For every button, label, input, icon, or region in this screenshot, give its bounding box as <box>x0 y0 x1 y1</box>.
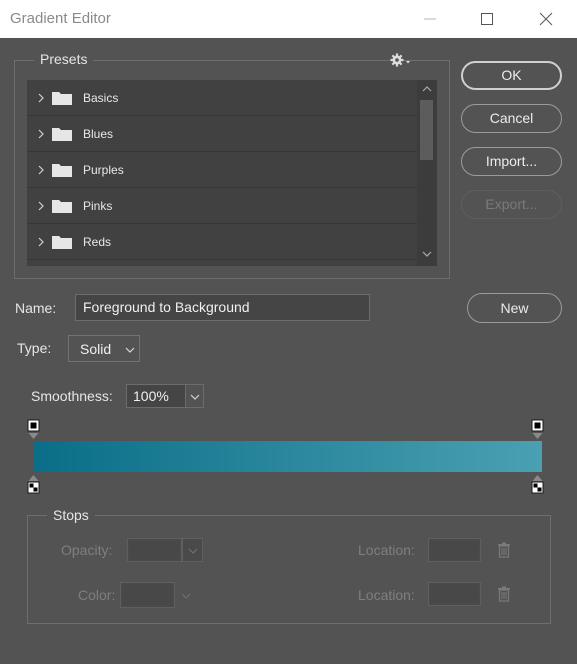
gradient-name-input[interactable]: Foreground to Background <box>75 294 370 321</box>
opacity-label: Opacity: <box>61 542 113 558</box>
maximize-button[interactable] <box>461 0 513 38</box>
close-icon <box>539 12 553 26</box>
preset-folder-basics[interactable]: Basics <box>27 80 417 116</box>
folder-icon <box>52 128 72 141</box>
maximize-icon <box>481 13 493 25</box>
chevron-right-icon[interactable] <box>37 200 45 212</box>
ok-button[interactable]: OK <box>461 61 562 90</box>
chevron-down-icon <box>125 347 135 353</box>
preset-folder-purples[interactable]: Purples <box>27 152 417 188</box>
opacity-dropdown-button <box>182 538 203 562</box>
opacity-location-label: Location: <box>358 542 415 558</box>
chevron-right-icon[interactable] <box>37 236 45 248</box>
stops-label: Stops <box>47 507 95 523</box>
chevron-right-icon[interactable] <box>37 92 45 104</box>
delete-opacity-stop-icon <box>498 542 510 558</box>
color-swatch <box>120 582 175 608</box>
minimize-button[interactable] <box>404 0 456 38</box>
new-button[interactable]: New <box>467 293 562 323</box>
minimize-icon <box>424 18 436 20</box>
color-stop-right[interactable] <box>531 474 545 496</box>
preset-folder-label: Basics <box>83 91 119 105</box>
presets-label: Presets <box>34 51 94 67</box>
smoothness-label: Smoothness: <box>31 388 113 404</box>
chevron-down-icon <box>188 548 198 554</box>
name-label: Name: <box>15 300 57 316</box>
type-label: Type: <box>17 340 52 356</box>
preset-folder-label: Reds <box>83 235 112 249</box>
preset-folder-blues[interactable]: Blues <box>27 116 417 152</box>
chevron-down-icon[interactable] <box>422 250 432 258</box>
folder-icon <box>52 236 72 249</box>
folder-icon <box>52 164 72 177</box>
chevron-down-icon <box>190 394 200 400</box>
opacity-stop-right[interactable] <box>531 419 545 441</box>
color-location-label: Location: <box>358 587 415 603</box>
smoothness-dropdown-button[interactable] <box>186 384 204 408</box>
folder-icon <box>52 92 72 105</box>
preset-folder-label: Purples <box>83 163 124 177</box>
import-button[interactable]: Import... <box>461 147 562 176</box>
chevron-up-icon[interactable] <box>422 85 432 93</box>
gear-icon <box>390 53 410 67</box>
chevron-right-icon[interactable] <box>37 128 45 140</box>
opacity-input <box>127 538 182 562</box>
scrollbar-thumb[interactable] <box>420 100 433 160</box>
color-stop-left[interactable] <box>27 474 41 496</box>
presets-settings-button[interactable] <box>389 52 413 70</box>
gradient-preview-bar[interactable] <box>33 441 542 472</box>
delete-color-stop-icon <box>498 586 510 602</box>
preset-folder-pinks[interactable]: Pinks <box>27 188 417 224</box>
window-title: Gradient Editor <box>10 10 111 27</box>
cancel-button[interactable]: Cancel <box>461 104 562 133</box>
preset-folder-label: Blues <box>83 127 114 141</box>
stops-group <box>27 515 551 624</box>
type-select-value: Solid <box>80 341 112 357</box>
color-location-input <box>428 582 481 606</box>
smoothness-input[interactable]: 100% <box>126 384 186 408</box>
preset-folder-label: Pinks <box>83 199 113 213</box>
chevron-right-icon[interactable] <box>37 164 45 176</box>
preset-folder-reds[interactable]: Reds <box>27 224 417 260</box>
chevron-down-icon <box>181 593 191 599</box>
export-button: Export... <box>461 190 562 219</box>
gradient-type-select[interactable]: Solid <box>68 335 140 362</box>
color-label: Color: <box>78 587 116 603</box>
folder-icon <box>52 200 72 213</box>
presets-scrollbar[interactable] <box>417 80 437 266</box>
opacity-location-input <box>428 538 481 562</box>
presets-list[interactable]: Basics Blues Purples Pinks Reds <box>27 80 437 266</box>
opacity-stop-left[interactable] <box>27 419 41 441</box>
close-button[interactable] <box>520 0 572 38</box>
title-bar: Gradient Editor <box>0 0 577 38</box>
